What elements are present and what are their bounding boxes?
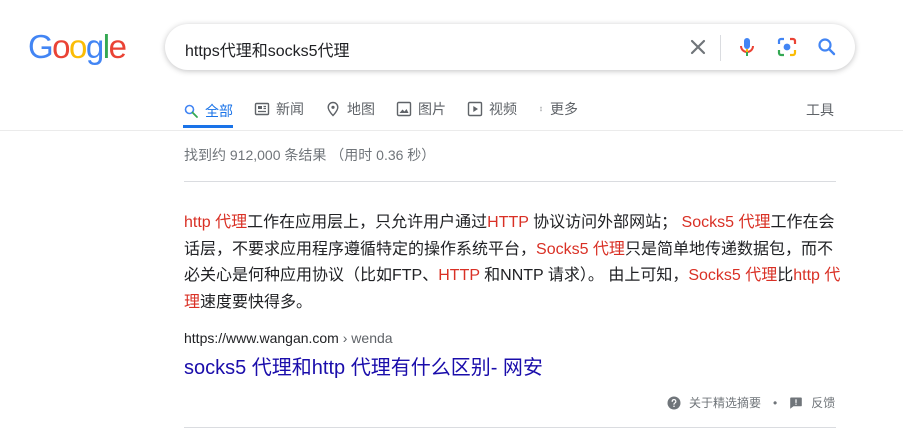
google-logo[interactable]: Google <box>28 28 127 65</box>
close-icon[interactable] <box>686 35 710 59</box>
snippet-highlight: Socks5 代理 <box>688 267 778 284</box>
help-icon <box>667 396 681 409</box>
about-featured-snippets-button[interactable]: 关于精选摘要 <box>667 394 761 411</box>
tab-videos[interactable]: 视频 <box>467 96 517 122</box>
tab-label: 新闻 <box>276 101 304 117</box>
snippet-text: 比 <box>777 267 794 284</box>
more-vert-icon <box>540 106 542 112</box>
result-divider <box>184 427 836 428</box>
search-tabs: 全部 新闻 地图 图片 视频 更多 <box>183 96 599 132</box>
tab-maps[interactable]: 地图 <box>325 96 375 122</box>
video-icon <box>467 101 483 117</box>
feedback-button[interactable]: 反馈 <box>789 394 835 411</box>
featured-snippet-text: http 代理工作在应用层上，只允许用户通过HTTP 协议访问外部网站； Soc… <box>184 210 844 316</box>
map-pin-icon <box>327 101 339 117</box>
result-breadcrumb: › wenda <box>338 330 393 346</box>
logo-letter: o <box>52 28 70 65</box>
footer-separator: • <box>773 395 778 410</box>
search-results-page: Google https代理和socks5代理 全部 新闻 地图 图片 视频 更… <box>0 0 903 433</box>
snippet-highlight: Socks5 代理 <box>536 240 625 258</box>
search-box-divider <box>720 35 721 61</box>
tab-label: 视频 <box>489 101 517 117</box>
tab-images[interactable]: 图片 <box>396 96 446 122</box>
header-divider <box>0 130 903 131</box>
feedback-icon <box>790 397 803 409</box>
mic-icon[interactable] <box>735 35 759 59</box>
search-icon <box>184 104 198 118</box>
news-icon <box>254 102 270 116</box>
tab-label: 地图 <box>347 101 375 117</box>
snippet-text: 和NNTP 请求）。 由上可知， <box>479 267 689 284</box>
image-icon <box>396 101 412 117</box>
tab-news[interactable]: 新闻 <box>254 96 304 122</box>
tab-label: 更多 <box>550 101 578 117</box>
search-icon[interactable] <box>815 35 839 59</box>
result-domain: https://www.wangan.com <box>184 330 339 346</box>
snippet-text: 速度要快得多。 <box>200 293 313 311</box>
logo-letter: o <box>69 28 87 65</box>
tab-label: 图片 <box>418 101 446 117</box>
tab-all[interactable]: 全部 <box>183 96 233 128</box>
snippet-highlight: HTTP <box>487 214 529 231</box>
snippet-highlight: HTTP <box>438 267 480 284</box>
result-title-link[interactable]: socks5 代理和http 代理有什么区别- 网安 <box>184 351 543 380</box>
snippet-footer: 关于精选摘要 • 反馈 <box>667 394 835 411</box>
search-box[interactable]: https代理和socks5代理 <box>165 24 855 70</box>
tab-label: 全部 <box>205 102 233 119</box>
result-stats: 找到约 912,000 条结果 （用时 0.36 秒） <box>184 147 436 163</box>
logo-letter: G <box>28 28 54 65</box>
snippet-text: 工作在应用层上，只允许用户通过 <box>247 214 488 231</box>
logo-letter: g <box>85 28 104 65</box>
tab-more[interactable]: 更多 <box>538 96 578 122</box>
tools-button[interactable]: 工具 <box>806 100 834 120</box>
stats-divider <box>184 181 836 182</box>
logo-letter: e <box>108 28 127 65</box>
search-input[interactable]: https代理和socks5代理 <box>185 37 350 61</box>
snippet-highlight: Socks5 代理 <box>681 214 771 231</box>
snippet-text: 协议访问外部网站； <box>528 214 682 231</box>
feedback-label: 反馈 <box>811 396 836 410</box>
snippet-highlight: http 代理 <box>184 214 248 231</box>
result-url[interactable]: https://www.wangan.com › wenda <box>184 330 393 346</box>
about-label: 关于精选摘要 <box>689 396 762 410</box>
camera-lens-icon[interactable] <box>775 35 799 59</box>
